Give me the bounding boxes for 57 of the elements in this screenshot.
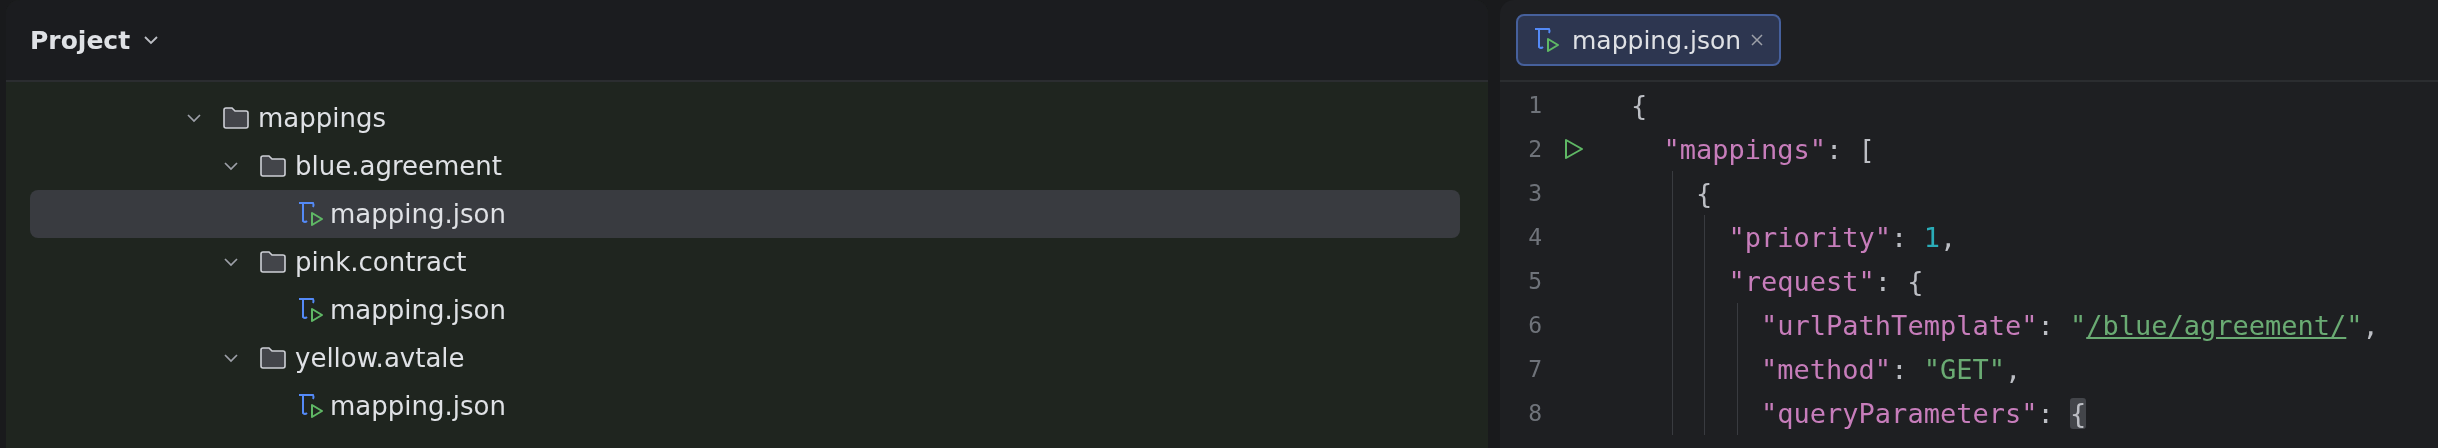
code-key: "queryParameters" (1761, 397, 2038, 429)
code-punctuation: { (1696, 177, 1713, 209)
tree-item-label: pink.contract (295, 247, 467, 277)
code-punctuation: : [ (1826, 133, 1875, 165)
code-key: "mappings" (1663, 133, 1827, 165)
folder-icon (259, 346, 287, 370)
line-number: 5 (1527, 268, 1542, 294)
code-punctuation: , (2362, 309, 2379, 341)
run-icon[interactable] (1564, 138, 1584, 160)
tree-item-label: mapping.json (330, 199, 506, 229)
tree-item-label: mappings (258, 103, 387, 133)
file-run-icon (296, 200, 326, 228)
selected-tree-row[interactable]: mapping.json (30, 190, 1460, 238)
code-punctuation: , (1939, 221, 1957, 253)
code-string: " (2069, 309, 2087, 341)
line-number: 4 (1527, 224, 1542, 250)
code-string: " (2346, 309, 2363, 341)
folder-icon (259, 154, 287, 178)
tree-row[interactable]: yellow.avtale (30, 334, 1460, 382)
file-run-icon (296, 296, 326, 324)
line-number: 7 (1527, 356, 1542, 382)
tree-item-label: blue.agreement (295, 151, 502, 181)
line-number: 2 (1527, 136, 1542, 162)
folder-icon (222, 106, 250, 130)
code-punctuation: , (2004, 353, 2022, 385)
tree-item-label: mapping.json (330, 391, 506, 421)
code-punctuation: : (1891, 353, 1909, 385)
tree-row[interactable]: mappings (30, 94, 1460, 142)
panel-title[interactable]: Project (30, 25, 131, 55)
line-number: 3 (1527, 180, 1542, 206)
tree-row[interactable]: blue.agreement (30, 142, 1460, 190)
close-icon[interactable] (1751, 34, 1764, 46)
code-brace: { (2069, 397, 2087, 429)
line-number: 1 (1527, 92, 1542, 118)
chevron-down-icon[interactable] (144, 35, 159, 45)
file-run-icon (296, 392, 326, 420)
code-punctuation: : (2037, 397, 2055, 429)
line-number: 8 (1527, 400, 1542, 426)
code-string: "GET" (1923, 353, 2005, 385)
tree-row[interactable]: pink.contract (30, 238, 1460, 286)
code-key: "method" (1761, 353, 1892, 385)
tree-item-label: mapping.json (330, 295, 506, 325)
tree-row[interactable]: mapping.json (30, 382, 1460, 430)
code-punctuation: : { (1874, 265, 1924, 297)
editor-tab[interactable]: mapping.json (1516, 14, 1782, 66)
code-number: 1 (1923, 221, 1940, 253)
folder-icon (259, 250, 287, 274)
tree-item-label: yellow.avtale (295, 343, 465, 373)
code-key: "request" (1728, 265, 1875, 297)
code-punctuation: : (2037, 309, 2055, 341)
line-number: 6 (1527, 312, 1542, 338)
code-punctuation: { (1631, 89, 1648, 121)
code-punctuation: : (1891, 221, 1909, 253)
code-key: "urlPathTemplate" (1761, 309, 2038, 341)
file-run-icon (1532, 26, 1562, 54)
code-key: "priority" (1728, 221, 1892, 253)
tree-row[interactable]: mapping.json (30, 286, 1460, 334)
